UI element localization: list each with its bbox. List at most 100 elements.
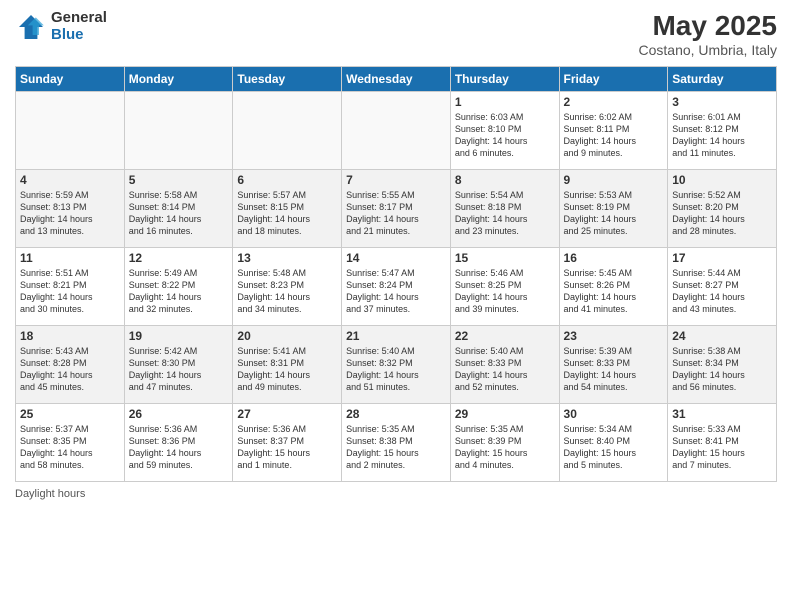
calendar: SundayMondayTuesdayWednesdayThursdayFrid… — [15, 66, 777, 482]
day-info: Sunrise: 5:41 AM Sunset: 8:31 PM Dayligh… — [237, 345, 337, 394]
day-info: Sunrise: 6:03 AM Sunset: 8:10 PM Dayligh… — [455, 111, 555, 160]
calendar-cell: 1 Sunrise: 6:03 AM Sunset: 8:10 PM Daylig… — [450, 92, 559, 170]
calendar-cell: 3 Sunrise: 6:01 AM Sunset: 8:12 PM Daylig… — [668, 92, 777, 170]
legend-text: Daylight hours — [15, 488, 85, 500]
calendar-cell: 26 Sunrise: 5:36 AM Sunset: 8:36 PM Dayli… — [124, 404, 233, 482]
calendar-cell: 16 Sunrise: 5:45 AM Sunset: 8:26 PM Dayli… — [559, 248, 668, 326]
day-number: 16 — [564, 251, 664, 265]
day-number: 21 — [346, 329, 446, 343]
day-number: 5 — [129, 173, 229, 187]
calendar-cell: 6 Sunrise: 5:57 AM Sunset: 8:15 PM Daylig… — [233, 170, 342, 248]
day-info: Sunrise: 5:33 AM Sunset: 8:41 PM Dayligh… — [672, 423, 772, 472]
day-number: 6 — [237, 173, 337, 187]
day-info: Sunrise: 5:36 AM Sunset: 8:36 PM Dayligh… — [129, 423, 229, 472]
day-header-tuesday: Tuesday — [233, 67, 342, 92]
calendar-cell: 22Sunrise: 5:40 AM Sunset: 8:33 PM Dayli… — [450, 326, 559, 404]
day-number: 23 — [564, 329, 664, 343]
day-info: Sunrise: 6:01 AM Sunset: 8:12 PM Dayligh… — [672, 111, 772, 160]
calendar-cell: 17 Sunrise: 5:44 AM Sunset: 8:27 PM Dayli… — [668, 248, 777, 326]
day-number: 13 — [237, 251, 337, 265]
day-number: 4 — [20, 173, 120, 187]
calendar-cell: 4 Sunrise: 5:59 AM Sunset: 8:13 PM Daylig… — [16, 170, 125, 248]
calendar-cell: 30 Sunrise: 5:34 AM Sunset: 8:40 PM Dayli… — [559, 404, 668, 482]
week-row-2: 4 Sunrise: 5:59 AM Sunset: 8:13 PM Daylig… — [16, 170, 777, 248]
calendar-cell: 11 Sunrise: 5:51 AM Sunset: 8:21 PM Dayli… — [16, 248, 125, 326]
day-header-thursday: Thursday — [450, 67, 559, 92]
logo-icon — [15, 11, 47, 43]
main-title: May 2025 — [639, 10, 778, 42]
day-number: 28 — [346, 407, 446, 421]
calendar-cell — [124, 92, 233, 170]
day-number: 18 — [20, 329, 120, 343]
day-header-sunday: Sunday — [16, 67, 125, 92]
logo-general-text: General — [51, 10, 107, 27]
page: General Blue May 2025 Costano, Umbria, I… — [0, 0, 792, 612]
day-info: Sunrise: 5:55 AM Sunset: 8:17 PM Dayligh… — [346, 189, 446, 238]
day-number: 11 — [20, 251, 120, 265]
day-number: 30 — [564, 407, 664, 421]
day-number: 20 — [237, 329, 337, 343]
calendar-cell: 15 Sunrise: 5:46 AM Sunset: 8:25 PM Dayli… — [450, 248, 559, 326]
day-number: 29 — [455, 407, 555, 421]
day-info: Sunrise: 5:44 AM Sunset: 8:27 PM Dayligh… — [672, 267, 772, 316]
calendar-cell — [233, 92, 342, 170]
day-number: 2 — [564, 95, 664, 109]
title-block: May 2025 Costano, Umbria, Italy — [639, 10, 778, 58]
day-info: Sunrise: 5:39 AM Sunset: 8:33 PM Dayligh… — [564, 345, 664, 394]
calendar-cell: 18 Sunrise: 5:43 AM Sunset: 8:28 PM Dayli… — [16, 326, 125, 404]
day-info: Sunrise: 5:40 AM Sunset: 8:32 PM Dayligh… — [346, 345, 446, 394]
day-info: Sunrise: 5:51 AM Sunset: 8:21 PM Dayligh… — [20, 267, 120, 316]
logo-text: General Blue — [51, 10, 107, 43]
day-number: 1 — [455, 95, 555, 109]
legend: Daylight hours — [15, 488, 777, 500]
header: General Blue May 2025 Costano, Umbria, I… — [15, 10, 777, 58]
day-info: Sunrise: 5:57 AM Sunset: 8:15 PM Dayligh… — [237, 189, 337, 238]
day-number: 19 — [129, 329, 229, 343]
day-number: 17 — [672, 251, 772, 265]
day-number: 26 — [129, 407, 229, 421]
calendar-cell: 14 Sunrise: 5:47 AM Sunset: 8:24 PM Dayli… — [342, 248, 451, 326]
calendar-cell: 29Sunrise: 5:35 AM Sunset: 8:39 PM Dayli… — [450, 404, 559, 482]
week-row-1: 1 Sunrise: 6:03 AM Sunset: 8:10 PM Daylig… — [16, 92, 777, 170]
day-number: 25 — [20, 407, 120, 421]
day-number: 31 — [672, 407, 772, 421]
day-number: 24 — [672, 329, 772, 343]
calendar-cell: 2Sunrise: 6:02 AM Sunset: 8:11 PM Daylig… — [559, 92, 668, 170]
day-header-monday: Monday — [124, 67, 233, 92]
day-info: Sunrise: 5:47 AM Sunset: 8:24 PM Dayligh… — [346, 267, 446, 316]
week-row-5: 25 Sunrise: 5:37 AM Sunset: 8:35 PM Dayli… — [16, 404, 777, 482]
day-number: 7 — [346, 173, 446, 187]
logo-blue-text: Blue — [51, 27, 107, 44]
day-number: 3 — [672, 95, 772, 109]
day-info: Sunrise: 5:37 AM Sunset: 8:35 PM Dayligh… — [20, 423, 120, 472]
day-info: Sunrise: 5:40 AM Sunset: 8:33 PM Dayligh… — [455, 345, 555, 394]
day-info: Sunrise: 5:45 AM Sunset: 8:26 PM Dayligh… — [564, 267, 664, 316]
day-info: Sunrise: 5:46 AM Sunset: 8:25 PM Dayligh… — [455, 267, 555, 316]
calendar-cell: 8Sunrise: 5:54 AM Sunset: 8:18 PM Daylig… — [450, 170, 559, 248]
calendar-cell: 5Sunrise: 5:58 AM Sunset: 8:14 PM Daylig… — [124, 170, 233, 248]
calendar-cell: 12Sunrise: 5:49 AM Sunset: 8:22 PM Dayli… — [124, 248, 233, 326]
calendar-cell: 20 Sunrise: 5:41 AM Sunset: 8:31 PM Dayli… — [233, 326, 342, 404]
calendar-cell: 31 Sunrise: 5:33 AM Sunset: 8:41 PM Dayli… — [668, 404, 777, 482]
day-number: 14 — [346, 251, 446, 265]
day-info: Sunrise: 5:59 AM Sunset: 8:13 PM Dayligh… — [20, 189, 120, 238]
day-info: Sunrise: 5:54 AM Sunset: 8:18 PM Dayligh… — [455, 189, 555, 238]
day-number: 10 — [672, 173, 772, 187]
calendar-cell: 13Sunrise: 5:48 AM Sunset: 8:23 PM Dayli… — [233, 248, 342, 326]
day-info: Sunrise: 5:53 AM Sunset: 8:19 PM Dayligh… — [564, 189, 664, 238]
day-number: 15 — [455, 251, 555, 265]
calendar-cell: 7 Sunrise: 5:55 AM Sunset: 8:17 PM Daylig… — [342, 170, 451, 248]
day-header-saturday: Saturday — [668, 67, 777, 92]
day-number: 9 — [564, 173, 664, 187]
day-header-friday: Friday — [559, 67, 668, 92]
calendar-cell: 27Sunrise: 5:36 AM Sunset: 8:37 PM Dayli… — [233, 404, 342, 482]
day-info: Sunrise: 5:42 AM Sunset: 8:30 PM Dayligh… — [129, 345, 229, 394]
day-header-wednesday: Wednesday — [342, 67, 451, 92]
day-info: Sunrise: 5:34 AM Sunset: 8:40 PM Dayligh… — [564, 423, 664, 472]
calendar-cell: 25 Sunrise: 5:37 AM Sunset: 8:35 PM Dayli… — [16, 404, 125, 482]
week-row-4: 18 Sunrise: 5:43 AM Sunset: 8:28 PM Dayli… — [16, 326, 777, 404]
day-info: Sunrise: 5:43 AM Sunset: 8:28 PM Dayligh… — [20, 345, 120, 394]
calendar-cell — [342, 92, 451, 170]
calendar-cell: 28Sunrise: 5:35 AM Sunset: 8:38 PM Dayli… — [342, 404, 451, 482]
day-info: Sunrise: 5:49 AM Sunset: 8:22 PM Dayligh… — [129, 267, 229, 316]
